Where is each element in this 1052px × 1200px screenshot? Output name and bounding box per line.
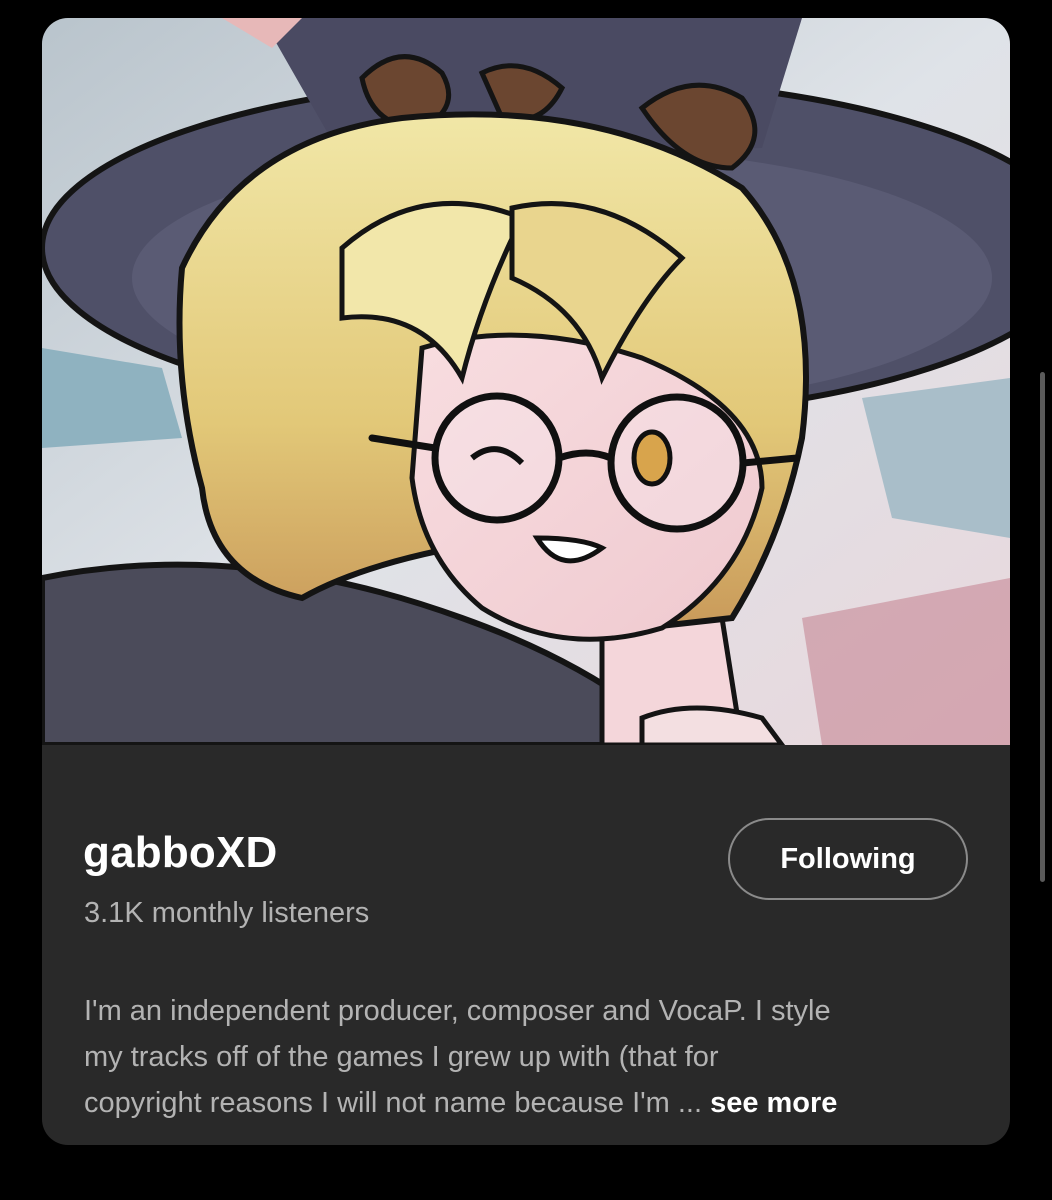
artist-artwork xyxy=(42,18,1010,745)
artist-bio[interactable]: I'm an independent producer, composer an… xyxy=(84,988,974,1126)
bio-line-last: copyright reasons I will not name becaus… xyxy=(84,1080,974,1126)
scrollbar[interactable] xyxy=(1040,372,1045,882)
artist-portrait-image xyxy=(42,18,1010,745)
bio-line: my tracks off of the games I grew up wit… xyxy=(84,1041,719,1073)
following-button[interactable]: Following xyxy=(728,818,968,900)
bio-line: I'm an independent producer, composer an… xyxy=(84,995,831,1027)
artist-name[interactable]: gabboXD xyxy=(83,831,278,875)
artist-about-card[interactable]: gabboXD 3.1K monthly listeners Following… xyxy=(42,18,1010,1145)
monthly-listeners-count: 3.1K monthly listeners xyxy=(84,897,370,929)
artist-info-section: gabboXD 3.1K monthly listeners Following… xyxy=(42,745,1010,1145)
bio-line-text: copyright reasons I will not name becaus… xyxy=(84,1087,703,1119)
see-more-link[interactable]: see more xyxy=(710,1087,837,1119)
